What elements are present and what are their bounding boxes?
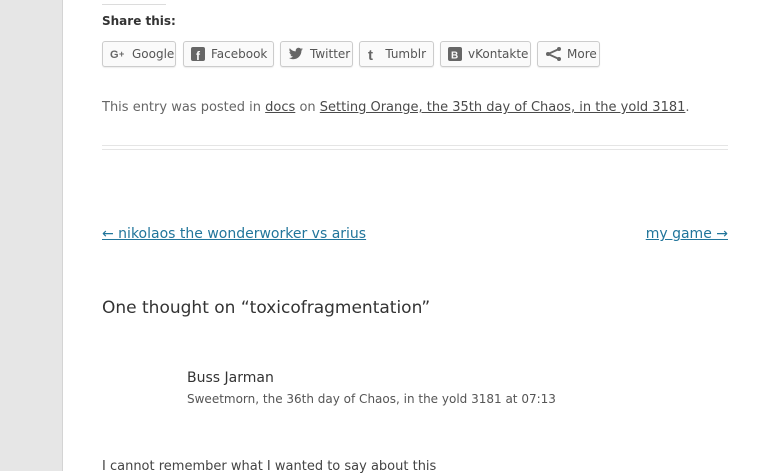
google-plus-icon: G + — [110, 46, 126, 62]
comment-date-link[interactable]: Sweetmorn, the 36th day of Chaos, in the… — [187, 392, 556, 406]
share-facebook-label: Facebook — [211, 47, 268, 61]
comment-author: Buss Jarman — [187, 370, 274, 386]
entry-divider — [102, 145, 728, 146]
share-divider — [102, 4, 166, 5]
twitter-icon — [288, 46, 304, 62]
share-tumblr-label: Tumblr — [385, 47, 426, 61]
share-twitter-button[interactable]: Twitter — [280, 41, 353, 67]
comment-text: I cannot remember what I wanted to say a… — [102, 459, 437, 474]
share-google-label: Google — [132, 47, 175, 61]
share-more-label: More — [567, 47, 597, 61]
previous-post-link[interactable]: ← nikolaos the wonderworker vs arius — [102, 226, 366, 242]
share-tumblr-button[interactable]: t Tumblr — [359, 41, 434, 67]
share-icon — [545, 46, 561, 62]
svg-text:t: t — [368, 47, 373, 61]
post-date-link[interactable]: Setting Orange, the 35th day of Chaos, i… — [320, 100, 686, 115]
share-twitter-label: Twitter — [310, 47, 351, 61]
share-vkontakte-button[interactable]: B vKontakte — [440, 41, 531, 67]
entry-divider-secondary — [102, 149, 728, 150]
entry-meta-suffix: . — [685, 100, 690, 115]
svg-text:+: + — [119, 49, 124, 59]
svg-text:G: G — [110, 49, 119, 60]
share-vkontakte-label: vKontakte — [468, 47, 529, 61]
category-link[interactable]: docs — [265, 100, 295, 115]
share-facebook-button[interactable]: f Facebook — [183, 41, 274, 67]
vkontakte-icon: B — [448, 46, 462, 62]
share-google-button[interactable]: G + Google — [102, 41, 176, 67]
left-gutter — [0, 0, 63, 471]
tumblr-icon: t — [367, 46, 379, 62]
facebook-icon: f — [191, 46, 205, 62]
next-post-link[interactable]: my game → — [646, 226, 728, 242]
entry-meta-prefix: This entry was posted in — [102, 100, 262, 115]
comments-title: One thought on “toxicofragmentation” — [102, 298, 431, 318]
share-more-button[interactable]: More — [537, 41, 600, 67]
svg-text:B: B — [451, 51, 458, 62]
entry-meta-middle: on — [299, 100, 316, 115]
share-heading: Share this: — [102, 14, 176, 28]
entry-meta: This entry was posted in docs on Setting… — [102, 100, 690, 115]
